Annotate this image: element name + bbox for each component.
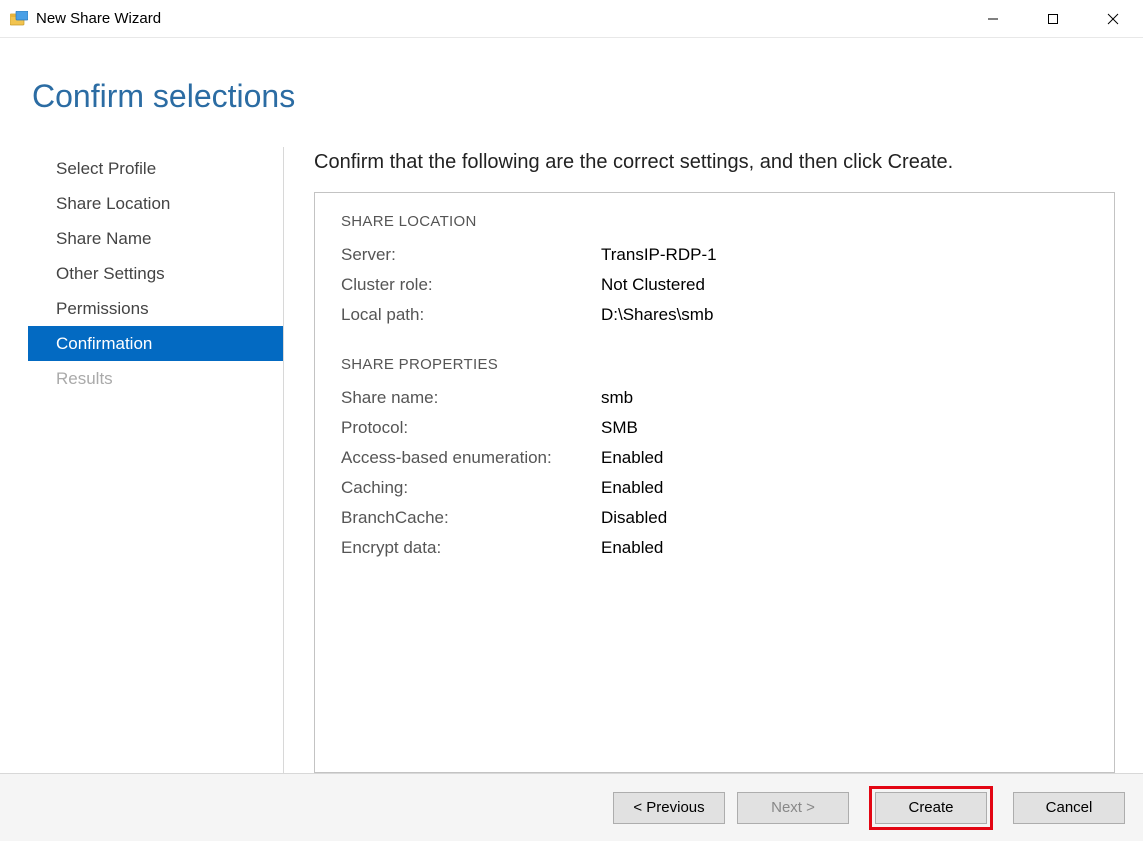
create-button[interactable]: Create: [875, 792, 987, 824]
cancel-button[interactable]: Cancel: [1013, 792, 1125, 824]
row-local-path: Local path: D:\Shares\smb: [341, 300, 1088, 330]
sidebar-item-other-settings[interactable]: Other Settings: [38, 256, 283, 291]
content-area: Confirm selections Select Profile Share …: [0, 38, 1143, 773]
section-title-share-properties: SHARE PROPERTIES: [341, 356, 1088, 373]
row-caching: Caching: Enabled: [341, 473, 1088, 503]
nav-button-group: < Previous Next >: [613, 792, 849, 824]
row-server: Server: TransIP-RDP-1: [341, 240, 1088, 270]
page-title: Confirm selections: [32, 78, 1115, 115]
row-cluster-role: Cluster role: Not Clustered: [341, 270, 1088, 300]
sidebar-item-share-name[interactable]: Share Name: [38, 221, 283, 256]
value-branchcache: Disabled: [601, 503, 667, 533]
label-local-path: Local path:: [341, 300, 601, 330]
sidebar-item-results: Results: [38, 361, 283, 396]
label-cluster-role: Cluster role:: [341, 270, 601, 300]
sidebar-item-share-location[interactable]: Share Location: [38, 186, 283, 221]
label-encrypt: Encrypt data:: [341, 533, 601, 563]
create-button-highlight: Create: [869, 786, 993, 830]
value-protocol: SMB: [601, 413, 638, 443]
row-abe: Access-based enumeration: Enabled: [341, 443, 1088, 473]
value-local-path: D:\Shares\smb: [601, 300, 713, 330]
instruction-text: Confirm that the following are the corre…: [314, 151, 1115, 174]
section-title-share-location: SHARE LOCATION: [341, 213, 1088, 230]
sidebar-item-confirmation[interactable]: Confirmation: [28, 326, 283, 361]
row-encrypt: Encrypt data: Enabled: [341, 533, 1088, 563]
value-share-name: smb: [601, 383, 633, 413]
main-panel: Confirm that the following are the corre…: [284, 147, 1115, 773]
label-caching: Caching:: [341, 473, 601, 503]
label-protocol: Protocol:: [341, 413, 601, 443]
value-abe: Enabled: [601, 443, 663, 473]
title-bar: New Share Wizard: [0, 0, 1143, 38]
footer-button-bar: < Previous Next > Create Cancel: [0, 773, 1143, 841]
row-share-name: Share name: smb: [341, 383, 1088, 413]
maximize-button[interactable]: [1023, 0, 1083, 37]
label-abe: Access-based enumeration:: [341, 443, 601, 473]
sidebar-item-select-profile[interactable]: Select Profile: [38, 151, 283, 186]
value-caching: Enabled: [601, 473, 663, 503]
row-branchcache: BranchCache: Disabled: [341, 503, 1088, 533]
wizard-steps-sidebar: Select Profile Share Location Share Name…: [28, 147, 284, 773]
value-encrypt: Enabled: [601, 533, 663, 563]
value-server: TransIP-RDP-1: [601, 240, 717, 270]
columns: Select Profile Share Location Share Name…: [28, 147, 1115, 773]
minimize-button[interactable]: [963, 0, 1023, 37]
close-button[interactable]: [1083, 0, 1143, 37]
row-protocol: Protocol: SMB: [341, 413, 1088, 443]
window-controls: [963, 0, 1143, 37]
window-title: New Share Wizard: [36, 10, 161, 27]
sidebar-item-permissions[interactable]: Permissions: [38, 291, 283, 326]
label-branchcache: BranchCache:: [341, 503, 601, 533]
label-share-name: Share name:: [341, 383, 601, 413]
previous-button[interactable]: < Previous: [613, 792, 725, 824]
label-server: Server:: [341, 240, 601, 270]
next-button: Next >: [737, 792, 849, 824]
confirmation-details-box: SHARE LOCATION Server: TransIP-RDP-1 Clu…: [314, 192, 1115, 773]
value-cluster-role: Not Clustered: [601, 270, 705, 300]
app-icon: [10, 11, 28, 29]
